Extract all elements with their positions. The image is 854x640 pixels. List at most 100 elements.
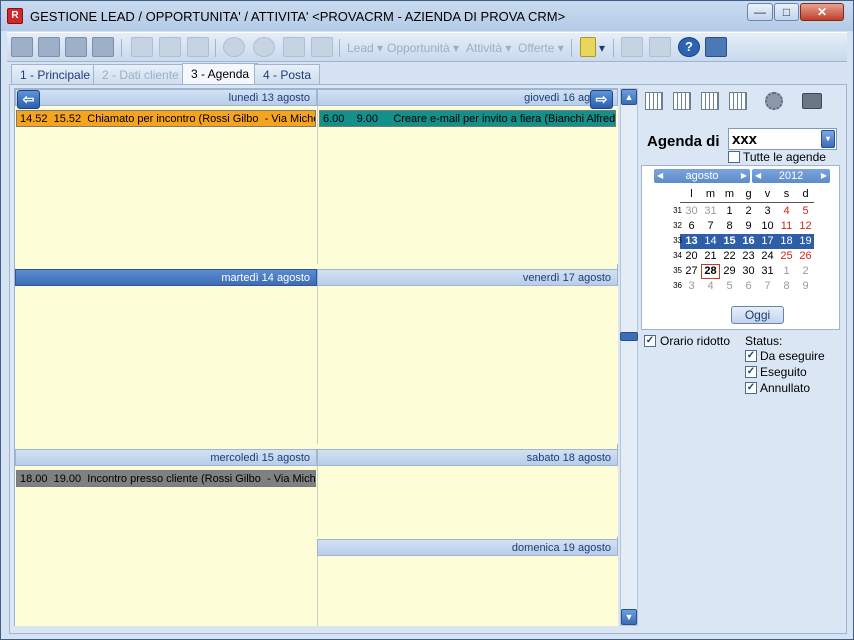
calendar-day[interactable]: 5 (796, 204, 815, 219)
calendar-day[interactable]: 27 (682, 264, 701, 279)
list-icon[interactable] (580, 37, 596, 57)
maximize-button[interactable]: □ (774, 3, 799, 21)
chevron-down-icon[interactable]: ▾ (821, 130, 835, 148)
day-header-friday[interactable]: venerdì 17 agosto (317, 269, 618, 286)
tab-posta[interactable]: 4 - Posta (254, 64, 321, 84)
calendar-day[interactable]: 9 (739, 219, 758, 234)
calendar-day[interactable]: 19 (796, 234, 815, 249)
calendar-day[interactable]: 2 (796, 264, 815, 279)
day-header-saturday[interactable]: sabato 18 agosto (317, 449, 618, 466)
calendar-day[interactable]: 15 (720, 234, 739, 249)
view-month-icon[interactable] (729, 92, 747, 110)
orario-ridotto-checkbox[interactable]: ✓ (644, 335, 656, 347)
scroll-up-button[interactable]: ▲ (621, 89, 637, 105)
new-document-icon[interactable] (131, 37, 153, 57)
today-button[interactable]: Oggi (731, 306, 784, 324)
edit-icon[interactable] (159, 37, 181, 57)
exit-icon[interactable] (705, 37, 727, 57)
calendar-day[interactable]: 30 (739, 264, 758, 279)
calendar-day[interactable]: 23 (739, 249, 758, 264)
previous-week-button[interactable]: ⇦ (17, 90, 40, 109)
calendar-day[interactable]: 8 (720, 219, 739, 234)
gear-icon[interactable] (765, 92, 783, 110)
calendar-day[interactable]: 25 (777, 249, 796, 264)
panel-splitter-handle[interactable] (620, 332, 638, 341)
refresh-icon[interactable] (253, 37, 275, 57)
day-body-monday[interactable]: 14.52 15.52 Chiamato per incontro (Rossi… (15, 106, 317, 264)
next-week-button[interactable]: ⇨ (590, 90, 613, 109)
day-body-sunday[interactable] (317, 556, 618, 626)
view-lead-icon[interactable] (11, 37, 33, 57)
scroll-down-button[interactable]: ▼ (621, 609, 637, 625)
calendar-day[interactable]: 2 (739, 204, 758, 219)
list-dropdown-icon[interactable]: ▾ (599, 41, 605, 55)
tab-dati-cliente[interactable]: 2 - Dati cliente (93, 64, 188, 84)
tab-agenda[interactable]: 3 - Agenda (182, 63, 259, 85)
phone-icon[interactable] (223, 37, 245, 57)
offer-menu[interactable]: Offerte ▾ (518, 41, 564, 55)
calendar-day[interactable]: 31 (701, 204, 720, 219)
status-annullato-checkbox[interactable]: ✓ (745, 382, 757, 394)
pin-icon[interactable] (283, 37, 305, 57)
view-workweek-icon[interactable] (701, 92, 719, 110)
calendar-day[interactable]: 29 (720, 264, 739, 279)
view-activity-icon[interactable] (65, 37, 87, 57)
month-selector[interactable]: ◀ agosto ▶ (654, 169, 750, 183)
opportunity-menu[interactable]: Opportunità ▾ (387, 41, 459, 55)
minimize-button[interactable]: — (747, 3, 773, 21)
event-wednesday-1[interactable]: 18.00 19.00 Incontro presso cliente (Ros… (16, 470, 316, 487)
view-day-icon[interactable] (645, 92, 663, 110)
previous-month-icon[interactable]: ◀ (657, 169, 663, 183)
event-monday-1[interactable]: 14.52 15.52 Chiamato per incontro (Rossi… (16, 110, 316, 127)
calendar-day[interactable]: 14 (701, 234, 720, 249)
all-agendas-checkbox[interactable] (728, 151, 740, 163)
calendar-day[interactable]: 12 (796, 219, 815, 234)
day-body-tuesday[interactable] (15, 286, 317, 444)
day-body-thursday[interactable]: 6.00 9.00 Creare e-mail per invito a fie… (317, 106, 618, 264)
calendar-day[interactable]: 4 (777, 204, 796, 219)
event-thursday-1[interactable]: 6.00 9.00 Creare e-mail per invito a fie… (319, 110, 616, 127)
calendar-day[interactable]: 6 (682, 219, 701, 234)
monitor-icon[interactable] (649, 37, 671, 57)
day-header-sunday[interactable]: domenica 19 agosto (317, 539, 618, 556)
status-da-eseguire-checkbox[interactable]: ✓ (745, 350, 757, 362)
day-header-thursday[interactable]: giovedì 16 agosto (317, 89, 618, 106)
calendar-day[interactable]: 18 (777, 234, 796, 249)
calendar-day[interactable]: 30 (682, 204, 701, 219)
calendar-day[interactable]: 4 (701, 279, 720, 294)
calendar-day[interactable]: 22 (720, 249, 739, 264)
day-body-wednesday[interactable]: 18.00 19.00 Incontro presso cliente (Ros… (15, 466, 317, 626)
view-opportunity-icon[interactable] (38, 37, 60, 57)
agenda-owner-select[interactable]: xxx ▾ (728, 128, 837, 150)
day-header-tuesday[interactable]: martedì 14 agosto (15, 269, 317, 286)
calendar-day[interactable]: 3 (682, 279, 701, 294)
calendar-day[interactable]: 5 (720, 279, 739, 294)
calendar-day[interactable]: 6 (739, 279, 758, 294)
calendar-day[interactable]: 24 (758, 249, 777, 264)
calendar-day[interactable]: 8 (777, 279, 796, 294)
next-month-icon[interactable]: ▶ (741, 169, 747, 183)
year-selector[interactable]: ◀ 2012 ▶ (752, 169, 830, 183)
help-icon[interactable]: ? (678, 37, 700, 57)
calendar-day[interactable]: 31 (758, 264, 777, 279)
next-year-icon[interactable]: ▶ (821, 169, 827, 183)
lead-menu[interactable]: Lead ▾ (347, 41, 383, 55)
calendar-day[interactable]: 17 (758, 234, 777, 249)
calendar-scrollbar[interactable]: ▲ ▼ (620, 88, 638, 626)
previous-year-icon[interactable]: ◀ (755, 169, 761, 183)
close-button[interactable]: ✕ (800, 3, 844, 21)
view-week-icon[interactable] (673, 92, 691, 110)
calendar-day[interactable]: 7 (758, 279, 777, 294)
calendar-day-today[interactable]: 28 (701, 264, 720, 279)
tab-principale[interactable]: 1 - Principale (11, 64, 100, 84)
calendar-day[interactable]: 21 (701, 249, 720, 264)
calendar-day[interactable]: 1 (777, 264, 796, 279)
binoculars-icon[interactable] (187, 37, 209, 57)
print-agenda-icon[interactable] (802, 93, 822, 109)
print-icon[interactable] (621, 37, 643, 57)
merge-icon[interactable] (311, 37, 333, 57)
calendar-day[interactable]: 7 (701, 219, 720, 234)
day-header-wednesday[interactable]: mercoledì 15 agosto (15, 449, 317, 466)
status-eseguito-checkbox[interactable]: ✓ (745, 366, 757, 378)
view-offer-icon[interactable] (92, 37, 114, 57)
